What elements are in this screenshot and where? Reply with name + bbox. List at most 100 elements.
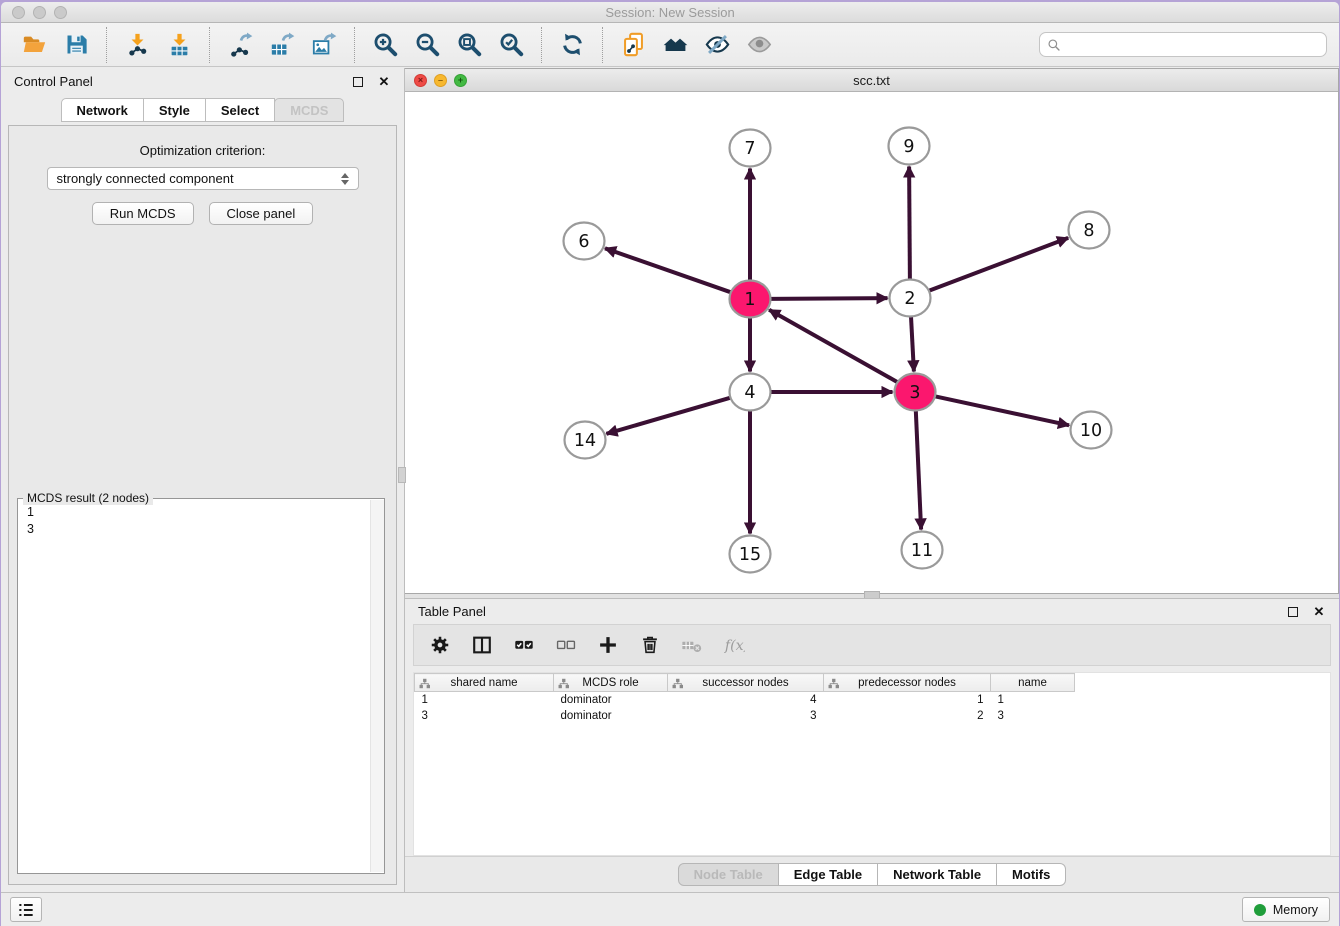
edge-3-1[interactable]	[769, 310, 898, 382]
tab-mcds[interactable]: MCDS	[274, 98, 344, 122]
edge-3-10[interactable]	[935, 396, 1069, 425]
optimization-criterion-label: Optimization criterion:	[9, 143, 396, 158]
network-canvas[interactable]: 7 9 6 8 1 2 4 3 14 10 15 11	[405, 92, 1338, 593]
cell-successor-nodes[interactable]: 4	[668, 692, 824, 708]
network-minimize-button[interactable]: –	[434, 74, 447, 87]
tab-select[interactable]: Select	[205, 98, 275, 122]
network-close-button[interactable]: ×	[414, 74, 427, 87]
window-close-button[interactable]	[12, 6, 25, 19]
column-header-shared-name[interactable]: shared name	[415, 674, 554, 692]
tab-network[interactable]: Network	[61, 98, 144, 122]
save-session-button[interactable]	[55, 26, 97, 64]
node-1[interactable]: 1	[730, 281, 771, 318]
control-panel-float-button[interactable]	[351, 75, 365, 89]
show-all-icon	[746, 31, 773, 58]
control-panel-close-button[interactable]: ✕	[377, 75, 391, 89]
close-panel-button[interactable]: Close panel	[209, 202, 314, 225]
export-table-button[interactable]	[261, 26, 303, 64]
table-panel-close-button[interactable]: ✕	[1312, 605, 1326, 619]
tab-node-table[interactable]: Node Table	[678, 863, 779, 886]
table-row[interactable]: 3dominator323	[415, 708, 1075, 724]
network-graph[interactable]: 7 9 6 8 1 2 4 3 14 10 15 11	[405, 92, 1338, 593]
cell-MCDS-role[interactable]: dominator	[554, 692, 668, 708]
window-minimize-button[interactable]	[33, 6, 46, 19]
table-settings-button[interactable]	[426, 631, 454, 659]
cell-shared-name[interactable]: 1	[415, 692, 554, 708]
window-zoom-button[interactable]	[54, 6, 67, 19]
vertical-splitter-handle[interactable]	[398, 467, 406, 483]
edge-4-14[interactable]	[606, 398, 730, 434]
node-11[interactable]: 11	[902, 532, 943, 569]
column-label: predecessor nodes	[858, 677, 956, 689]
open-session-button[interactable]	[13, 26, 55, 64]
run-mcds-button[interactable]: Run MCDS	[92, 202, 194, 225]
mcds-result-list[interactable]: 13	[18, 499, 384, 543]
home-button[interactable]	[654, 26, 696, 64]
task-history-button[interactable]	[10, 897, 42, 922]
zoom-out-button[interactable]	[406, 26, 448, 64]
tab-motifs[interactable]: Motifs	[996, 863, 1066, 886]
edge-1-6[interactable]	[605, 248, 731, 292]
optimization-criterion-select[interactable]: strongly connected component	[47, 167, 359, 190]
zoom-selected-button[interactable]	[490, 26, 532, 64]
deselect-all-checkboxes-button[interactable]	[552, 631, 580, 659]
column-header-predecessor-nodes[interactable]: predecessor nodes	[824, 674, 991, 692]
search-input[interactable]	[1065, 37, 1319, 53]
add-column-button[interactable]	[594, 631, 622, 659]
node-6[interactable]: 6	[564, 223, 605, 260]
mcds-result-item: 3	[27, 521, 375, 538]
node-3[interactable]: 3	[895, 374, 936, 411]
edge-2-3[interactable]	[911, 317, 914, 372]
edge-2-8[interactable]	[929, 238, 1068, 291]
column-label: successor nodes	[702, 677, 788, 689]
column-header-name[interactable]: name	[991, 674, 1075, 692]
cell-predecessor-nodes[interactable]: 2	[824, 708, 991, 724]
node-15[interactable]: 15	[730, 536, 771, 573]
cell-name[interactable]: 3	[991, 708, 1075, 724]
edge-3-11[interactable]	[916, 411, 921, 530]
zoom-in-button[interactable]	[364, 26, 406, 64]
table-panel-float-button[interactable]	[1286, 605, 1300, 619]
copy-network-view-button[interactable]	[612, 26, 654, 64]
cell-predecessor-nodes[interactable]: 1	[824, 692, 991, 708]
cell-MCDS-role[interactable]: dominator	[554, 708, 668, 724]
memory-button[interactable]: Memory	[1242, 897, 1330, 922]
workspace-column: × – + scc.txt 7968124314101511 Table Pan…	[405, 68, 1339, 892]
node-4[interactable]: 4	[730, 374, 771, 411]
network-maximize-button[interactable]: +	[454, 74, 467, 87]
export-image-button[interactable]	[303, 26, 345, 64]
cell-name[interactable]: 1	[991, 692, 1075, 708]
column-label: shared name	[450, 677, 517, 689]
result-scrollbar[interactable]	[370, 500, 384, 872]
tab-network-table[interactable]: Network Table	[877, 863, 997, 886]
node-9[interactable]: 9	[889, 128, 930, 165]
export-network-button[interactable]	[219, 26, 261, 64]
tab-edge-table[interactable]: Edge Table	[778, 863, 878, 886]
split-columns-button[interactable]	[468, 631, 496, 659]
hide-selected-button[interactable]	[696, 26, 738, 64]
tab-style[interactable]: Style	[143, 98, 206, 122]
node-7[interactable]: 7	[730, 130, 771, 167]
zoom-fit-button[interactable]	[448, 26, 490, 64]
import-table-button[interactable]	[158, 26, 200, 64]
open-session-icon	[21, 31, 48, 58]
column-header-MCDS-role[interactable]: MCDS role	[554, 674, 668, 692]
import-network-button[interactable]	[116, 26, 158, 64]
window-title: Session: New Session	[1, 2, 1339, 23]
search-box[interactable]	[1039, 32, 1327, 57]
node-10[interactable]: 10	[1071, 412, 1112, 449]
edge-2-9[interactable]	[909, 167, 910, 280]
deselect-all-checkboxes-icon	[555, 634, 577, 656]
refresh-button[interactable]	[551, 26, 593, 64]
edge-1-2[interactable]	[771, 298, 888, 299]
table-row[interactable]: 1dominator411	[415, 692, 1075, 708]
show-all-button[interactable]	[738, 26, 780, 64]
column-header-successor-nodes[interactable]: successor nodes	[668, 674, 824, 692]
cell-shared-name[interactable]: 3	[415, 708, 554, 724]
delete-row-button[interactable]	[636, 631, 664, 659]
node-14[interactable]: 14	[565, 422, 606, 459]
select-all-checkboxes-button[interactable]	[510, 631, 538, 659]
cell-successor-nodes[interactable]: 3	[668, 708, 824, 724]
node-2[interactable]: 2	[890, 280, 931, 317]
node-8[interactable]: 8	[1069, 212, 1110, 249]
